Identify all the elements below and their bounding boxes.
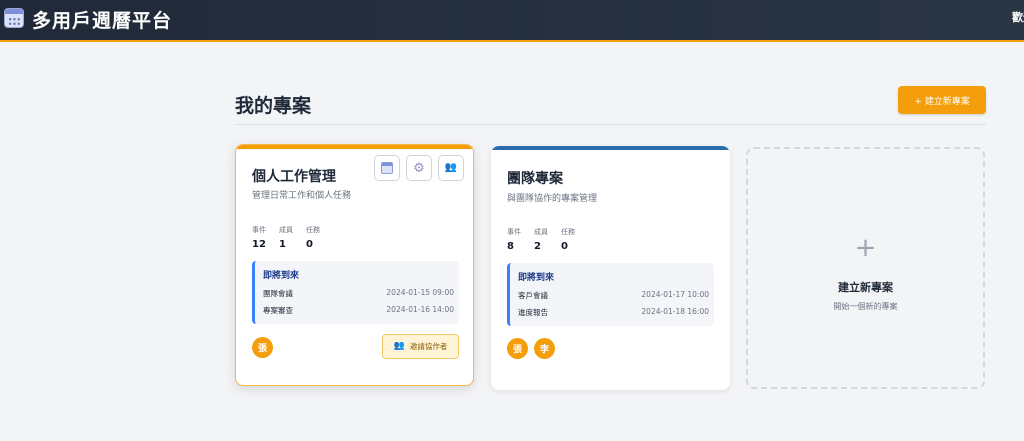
settings-button[interactable]: ⚙	[406, 155, 432, 181]
stat-value: 1	[279, 239, 286, 250]
stat-value: 8	[507, 241, 514, 252]
event-date: 2024-01-16 14:00	[386, 305, 454, 314]
stat-label: 事件	[507, 228, 521, 236]
project-card-personal[interactable]: 個人工作管理 管理日常工作和個人任務 ⚙ 👥 事件 12 成員 1 任務 0 即…	[235, 144, 474, 386]
stat-value: 0	[306, 239, 313, 250]
top-navbar: 多用戶週曆平台 歡迎	[0, 0, 1024, 42]
stat-label: 任務	[561, 228, 575, 236]
event-row[interactable]: 專案審查 2024-01-16 14:00	[263, 305, 454, 316]
upcoming-title: 即將到來	[263, 271, 300, 281]
project-stats: 事件 12 成員 1 任務 0	[252, 225, 333, 250]
stat-label: 成員	[279, 226, 293, 234]
calendar-icon	[381, 162, 393, 174]
card-accent-bar	[491, 146, 730, 150]
invite-collaborator-button[interactable]: 👥 邀請協作者	[382, 334, 459, 359]
project-card-team[interactable]: 團隊專案 與團隊協作的專案管理 事件 8 成員 2 任務 0 即將到來 客戶會議…	[491, 146, 730, 390]
event-name: 專案審查	[263, 306, 293, 315]
upcoming-title: 即將到來	[518, 273, 555, 283]
stat-tasks: 任務 0	[561, 227, 588, 252]
gear-icon: ⚙	[413, 160, 425, 176]
event-name: 團隊會議	[263, 289, 293, 298]
user-greeting: 歡迎	[1012, 11, 1024, 24]
event-row[interactable]: 進度報告 2024-01-18 16:00	[518, 307, 709, 318]
event-date: 2024-01-18 16:00	[641, 307, 709, 316]
project-stats: 事件 8 成員 2 任務 0	[507, 227, 588, 252]
event-date: 2024-01-17 10:00	[641, 290, 709, 299]
stat-tasks: 任務 0	[306, 225, 333, 250]
project-description: 管理日常工作和個人任務	[252, 191, 352, 201]
project-title: 團隊專案	[507, 171, 563, 187]
project-description: 與團隊協作的專案管理	[507, 194, 598, 204]
event-name: 客戶會議	[518, 291, 548, 300]
project-title: 個人工作管理	[252, 169, 336, 185]
stat-members: 成員 1	[279, 225, 306, 250]
users-icon: 👥	[393, 341, 405, 351]
stat-label: 成員	[534, 228, 548, 236]
avatar: 張	[507, 338, 528, 359]
stat-value: 12	[252, 239, 266, 250]
avatar: 李	[534, 338, 555, 359]
stat-members: 成員 2	[534, 227, 561, 252]
event-date: 2024-01-15 09:00	[386, 288, 454, 297]
calendar-icon	[4, 8, 24, 28]
stat-value: 2	[534, 241, 541, 252]
page-title: 我的專案	[235, 95, 312, 117]
divider	[235, 124, 986, 125]
event-name: 進度報告	[518, 308, 548, 317]
members-button[interactable]: 👥	[438, 155, 464, 181]
stat-label: 事件	[252, 226, 266, 234]
invite-label: 邀請協作者	[409, 342, 448, 351]
new-project-card[interactable]: + 建立新專案 開始一個新的專案	[746, 147, 985, 389]
upcoming-events: 即將到來 團隊會議 2024-01-15 09:00 專案審查 2024-01-…	[252, 261, 459, 324]
plus-icon: +	[854, 233, 877, 263]
new-project-description: 開始一個新的專案	[833, 302, 898, 311]
app-title: 多用戶週曆平台	[32, 10, 173, 32]
avatar: 張	[252, 337, 273, 358]
calendar-button[interactable]	[374, 155, 400, 181]
card-accent-bar	[236, 145, 473, 149]
stat-events: 事件 8	[507, 227, 534, 252]
stat-value: 0	[561, 241, 568, 252]
event-row[interactable]: 團隊會議 2024-01-15 09:00	[263, 288, 454, 299]
users-icon: 👥	[444, 162, 458, 173]
stat-label: 任務	[306, 226, 320, 234]
create-project-button[interactable]: + 建立新專案	[898, 86, 986, 114]
upcoming-events: 即將到來 客戶會議 2024-01-17 10:00 進度報告 2024-01-…	[507, 263, 714, 326]
new-project-title: 建立新專案	[838, 281, 893, 294]
stat-events: 事件 12	[252, 225, 279, 250]
event-row[interactable]: 客戶會議 2024-01-17 10:00	[518, 290, 709, 301]
